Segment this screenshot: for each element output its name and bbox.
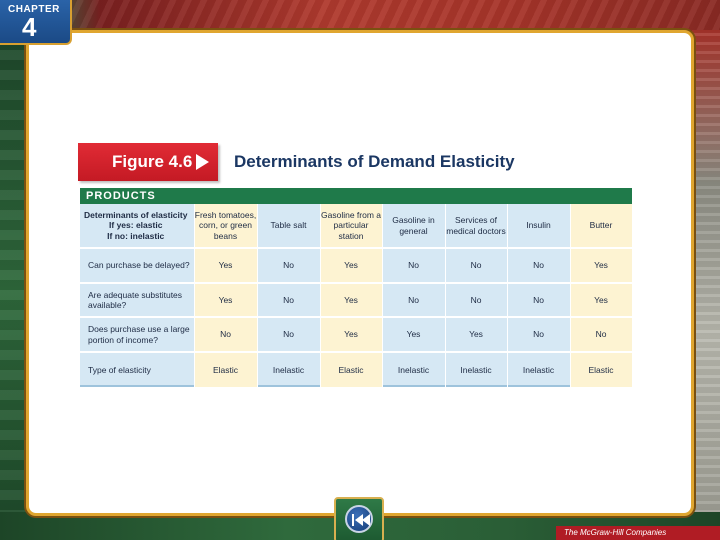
background-right — [692, 30, 720, 540]
products-label: PRODUCTS — [86, 190, 156, 202]
table-cell: Inelastic — [272, 364, 305, 375]
back-button[interactable] — [334, 497, 384, 540]
products-bar: PRODUCTS — [80, 188, 632, 204]
table-cell: Yes — [406, 329, 421, 340]
header-determinants: Determinants of elasticity If yes: elast… — [80, 204, 194, 247]
table-cell: Elastic — [588, 364, 614, 375]
column-header: Table salt — [270, 220, 307, 231]
table-cell: Yes — [344, 260, 358, 271]
table-cell: No — [220, 329, 231, 340]
table-cell: No — [283, 329, 294, 340]
table-cell: No — [533, 329, 544, 340]
row-label: Are adequate substitutes available? — [88, 289, 183, 311]
table-cell: No — [470, 294, 482, 305]
table-cell: Inelastic — [522, 364, 555, 375]
table-cell: Yes — [594, 294, 608, 305]
table-cell: Yes — [344, 329, 358, 340]
table-cell: No — [408, 294, 419, 305]
header-line-2: If yes: elastic — [109, 220, 163, 231]
table-cell: No — [470, 260, 482, 271]
row-label: Type of elasticity — [88, 364, 151, 375]
table-cell: No — [533, 294, 544, 305]
column-header: Fresh tomatoes, corn, or green beans — [194, 209, 257, 241]
table-cell: Inelastic — [460, 364, 492, 375]
column-header: Gasoline from a particular station — [321, 209, 381, 241]
chapter-badge: CHAPTER 4 — [0, 0, 72, 45]
column-header: Insulin — [526, 220, 551, 231]
column-header: Gasoline in general — [392, 215, 435, 236]
table-cell: No — [283, 294, 294, 305]
table-cell: No — [595, 329, 607, 340]
table-cell: Yes — [469, 329, 483, 340]
table-cell: Elastic — [212, 364, 239, 375]
row-label: Does purchase use a large portion of inc… — [88, 324, 190, 345]
table-cell: Yes — [218, 260, 233, 271]
column-header: Butter — [589, 220, 613, 231]
publisher-logo: The McGraw-Hill Companies — [556, 526, 720, 540]
table-cell: No — [408, 260, 419, 271]
figure-title: Determinants of Demand Elasticity — [234, 152, 515, 171]
table-cell: Yes — [218, 294, 233, 305]
chapter-number: 4 — [22, 12, 37, 42]
table-cell: No — [533, 260, 544, 271]
table-cell: Inelastic — [397, 364, 430, 375]
table-cell: Elastic — [338, 364, 364, 375]
header-line-1: Determinants of elasticity — [84, 209, 188, 220]
table-cell: Yes — [344, 294, 358, 305]
table-cell: No — [283, 260, 294, 271]
figure-tab: Figure 4.6 — [78, 143, 218, 181]
header-line-3: If no: inelastic — [107, 230, 165, 241]
figure-label: Figure 4.6 — [112, 152, 193, 171]
row-label: Can purchase be delayed? — [88, 260, 190, 271]
column-header: Services of medical doctors — [446, 215, 506, 236]
play-arrow-icon — [196, 154, 209, 170]
elasticity-table: Determinants of elasticity If yes: elast… — [80, 204, 632, 387]
rewind-icon — [345, 505, 373, 533]
table-cell: Yes — [594, 260, 608, 271]
